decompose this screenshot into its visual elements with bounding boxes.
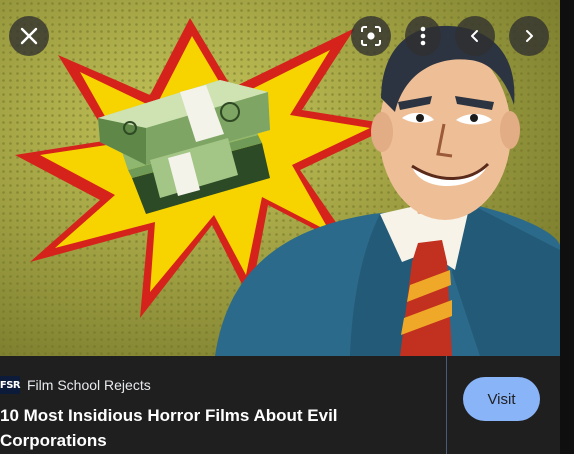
result-title[interactable]: 10 Most Insidious Horror Films About Evi… [0,403,400,453]
more-options-button[interactable] [405,16,441,56]
source-row[interactable]: FSR Film School Rejects [0,376,151,394]
more-vert-icon [420,26,426,46]
chevron-left-icon [471,30,478,42]
side-scroll-strip [560,0,574,454]
chevron-right-icon [526,30,533,42]
image-viewer: FSR Film School Rejects 10 Most Insidiou… [0,0,574,454]
source-name[interactable]: Film School Rejects [27,377,151,393]
next-button[interactable] [509,16,549,56]
panel-divider [446,356,447,454]
site-favicon: FSR [0,376,21,394]
close-button[interactable] [9,16,49,56]
lens-search-icon [361,26,381,46]
close-icon [20,27,38,45]
previous-button[interactable] [455,16,495,56]
lens-search-button[interactable] [351,16,391,56]
visit-button[interactable]: Visit [463,377,540,421]
